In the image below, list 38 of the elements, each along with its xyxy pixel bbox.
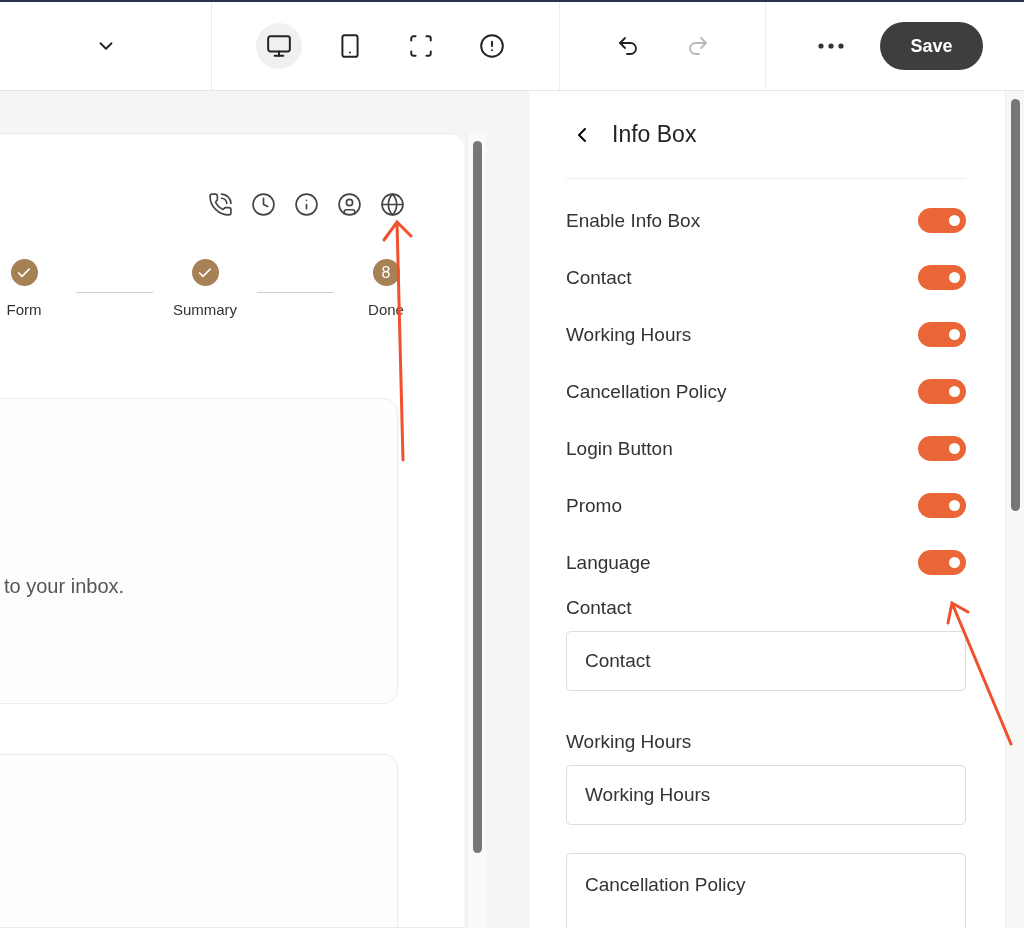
toggle-switch[interactable] (918, 322, 966, 347)
step-number-badge: 8 (372, 259, 400, 286)
step-label: Summary (172, 301, 238, 318)
scrollbar-thumb[interactable] (472, 141, 482, 853)
toggle-switch[interactable] (918, 436, 966, 461)
toggle-switch[interactable] (918, 379, 966, 404)
clock-icon[interactable] (251, 192, 276, 217)
desktop-icon (266, 33, 292, 59)
toggle-label: Contact (566, 266, 632, 289)
desktop-view-button[interactable] (256, 23, 302, 69)
toggle-switch[interactable] (918, 550, 966, 575)
more-icon (818, 43, 844, 49)
save-button[interactable]: Save (880, 22, 983, 70)
text-field[interactable]: Working Hours (566, 765, 966, 825)
toggle-label: Enable Info Box (566, 209, 701, 232)
panel-title: Info Box (612, 121, 697, 148)
user-icon[interactable] (337, 192, 362, 217)
toggle-switch[interactable] (918, 208, 966, 233)
toggle-label: Language (566, 551, 651, 574)
toggle-switch[interactable] (918, 265, 966, 290)
text-field[interactable]: Contact (566, 631, 966, 691)
toggle-label: Promo (566, 494, 622, 517)
toggle-label: Cancellation Policy (566, 380, 727, 403)
phone-icon[interactable] (208, 192, 233, 217)
toggle-label: Working Hours (566, 323, 692, 346)
text-area[interactable]: Cancellation Policy (566, 853, 966, 928)
fullscreen-icon (408, 33, 434, 59)
toggle-switch[interactable] (918, 493, 966, 518)
field-label: Working Hours (566, 731, 693, 753)
info-icon[interactable] (294, 192, 319, 217)
step-label: Form (6, 301, 42, 318)
field-label: Contact (566, 597, 633, 619)
globe-icon[interactable] (380, 192, 405, 217)
message-text: to your inbox. (4, 575, 126, 598)
more-button[interactable] (818, 43, 844, 49)
toggle-label: Login Button (566, 437, 673, 460)
alert-icon (479, 33, 505, 59)
scrollbar-thumb[interactable] (1010, 99, 1020, 511)
